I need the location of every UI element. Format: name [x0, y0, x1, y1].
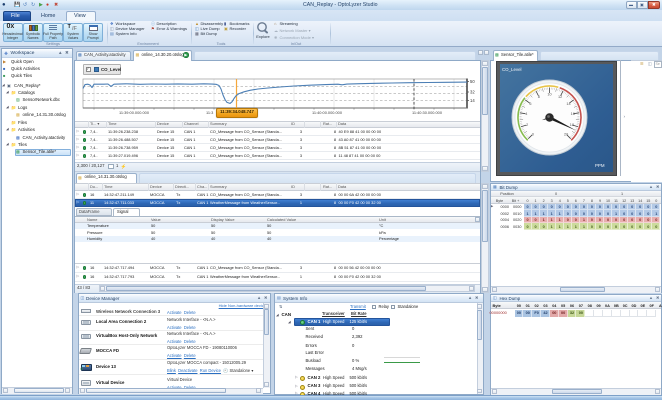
svg-text:2: 2 — [526, 123, 528, 127]
svg-text:4: 4 — [525, 112, 527, 116]
svg-text:8: 8 — [538, 95, 540, 99]
svg-text:0: 0 — [532, 132, 534, 136]
svg-text:10: 10 — [547, 92, 551, 96]
svg-text:6: 6 — [529, 102, 531, 106]
svg-text:20: 20 — [564, 132, 568, 136]
svg-text:18: 18 — [570, 123, 574, 127]
svg-text:14: 14 — [566, 102, 570, 106]
svg-text:16: 16 — [571, 112, 575, 116]
svg-text:12: 12 — [558, 95, 562, 99]
